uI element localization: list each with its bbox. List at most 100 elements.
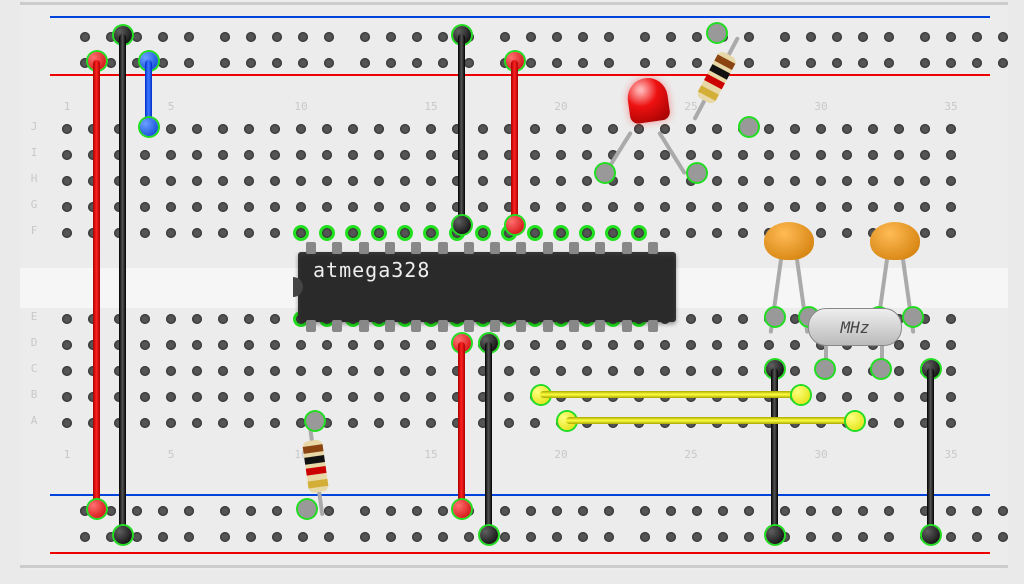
tie-point — [244, 150, 254, 160]
tie-point — [360, 506, 370, 516]
tie-point — [552, 32, 562, 42]
tie-point — [244, 392, 254, 402]
tie-point — [920, 202, 930, 212]
tie-point — [816, 124, 826, 134]
tie-point — [62, 392, 72, 402]
tie-point — [244, 314, 254, 324]
tie-point — [780, 32, 790, 42]
tie-point — [858, 532, 868, 542]
tie-point — [894, 392, 904, 402]
tie-point — [998, 506, 1008, 516]
tie-point — [270, 418, 280, 428]
tie-point — [530, 340, 540, 350]
tie-point — [744, 532, 754, 542]
tie-point — [858, 58, 868, 68]
tie-point — [582, 202, 592, 212]
tie-point — [686, 366, 696, 376]
tie-point — [806, 58, 816, 68]
tie-point — [894, 176, 904, 186]
tie-point — [526, 532, 536, 542]
tie-point — [686, 228, 696, 238]
tie-point — [884, 506, 894, 516]
tie-point — [686, 314, 696, 324]
tie-point — [374, 340, 384, 350]
tie-point — [946, 32, 956, 42]
breadboard: JIHGFEDCBA 1155101015152020252530303535 — [20, 0, 1008, 570]
tie-point — [868, 124, 878, 134]
tie-point — [322, 202, 332, 212]
tie-point — [426, 202, 436, 212]
tie-point — [324, 32, 334, 42]
tie-point — [712, 366, 722, 376]
col-label: 1 — [57, 100, 77, 113]
tie-point — [816, 228, 826, 238]
tie-point — [62, 202, 72, 212]
tie-point — [666, 32, 676, 42]
tie-point — [634, 150, 644, 160]
tie-point — [946, 340, 956, 350]
tie-point — [790, 150, 800, 160]
tie-point — [738, 228, 748, 238]
col-label: 35 — [941, 100, 961, 113]
tie-point — [426, 418, 436, 428]
tie-point — [192, 392, 202, 402]
tie-point — [868, 392, 878, 402]
tie-point — [62, 314, 72, 324]
tie-point — [686, 150, 696, 160]
tie-point — [400, 202, 410, 212]
tie-point — [842, 228, 852, 238]
col-label: 35 — [941, 448, 961, 461]
tie-point — [270, 176, 280, 186]
tie-point — [140, 176, 150, 186]
tie-point — [832, 532, 842, 542]
tie-point — [166, 340, 176, 350]
col-label: 30 — [811, 100, 831, 113]
tie-point — [166, 176, 176, 186]
tie-point — [166, 366, 176, 376]
tie-point — [764, 124, 774, 134]
row-label: C — [26, 362, 42, 376]
tie-point — [526, 58, 536, 68]
tie-point — [738, 366, 748, 376]
wire-end — [88, 500, 106, 518]
tie-point — [322, 340, 332, 350]
tie-point — [218, 366, 228, 376]
tie-point — [158, 532, 168, 542]
tie-point — [192, 124, 202, 134]
tie-point — [270, 314, 280, 324]
tie-point — [946, 532, 956, 542]
tie-point — [556, 366, 566, 376]
tie-point — [374, 418, 384, 428]
tie-point — [718, 506, 728, 516]
tie-point — [426, 340, 436, 350]
tie-point — [438, 58, 448, 68]
tie-point — [556, 340, 566, 350]
row-label: A — [26, 414, 42, 428]
tie-point — [842, 176, 852, 186]
tie-point — [686, 340, 696, 350]
tie-point — [744, 32, 754, 42]
bottom-rail-negative — [50, 494, 990, 496]
tie-point — [582, 124, 592, 134]
tie-point — [140, 418, 150, 428]
tie-point — [80, 532, 90, 542]
tie-point — [166, 314, 176, 324]
wire-gnd-chip-top — [458, 34, 465, 222]
tie-point — [712, 202, 722, 212]
tie-point — [62, 228, 72, 238]
tie-point — [634, 124, 644, 134]
tie-point — [374, 228, 384, 238]
tie-point — [322, 366, 332, 376]
tie-point — [556, 176, 566, 186]
tie-point — [348, 228, 358, 238]
wire-reset — [145, 60, 152, 124]
tie-point — [738, 176, 748, 186]
tie-point — [744, 506, 754, 516]
resistor-end — [298, 500, 316, 518]
cap-end — [904, 308, 922, 326]
tie-point — [660, 228, 670, 238]
tie-point — [192, 176, 202, 186]
tie-point — [132, 32, 142, 42]
tie-point — [220, 532, 230, 542]
tie-point — [686, 202, 696, 212]
